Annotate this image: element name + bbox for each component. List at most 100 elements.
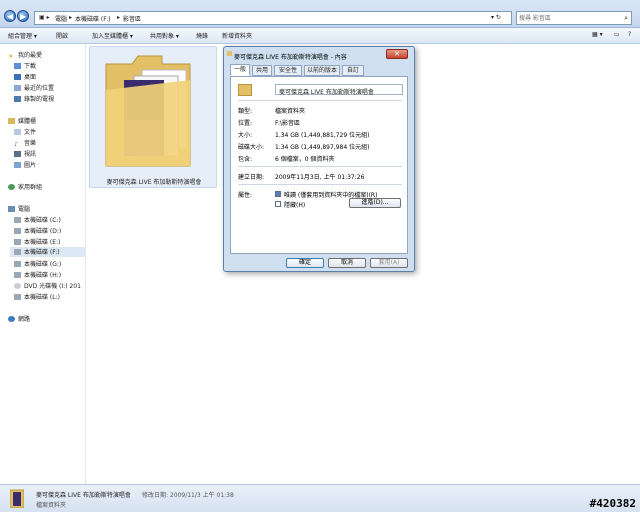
homegroup-icon: [8, 184, 15, 190]
breadcrumb-media[interactable]: 影音區: [123, 14, 141, 23]
sidebar-item-documents[interactable]: 文件: [14, 127, 36, 137]
tab-sharing[interactable]: 共用: [252, 65, 272, 76]
sidebar-item-videos[interactable]: 視訊: [14, 149, 36, 159]
location-value: F:\影音區: [275, 120, 301, 127]
desktop-icon: [14, 74, 21, 80]
drive-icon: [14, 272, 21, 278]
documents-icon: [14, 129, 21, 135]
sidebar-favorites[interactable]: ★ 我的最愛: [8, 50, 42, 60]
modified-date: 修改日期: 2009/11/3 上午 01:38: [142, 492, 234, 499]
sidebar-item-pictures[interactable]: 圖片: [14, 160, 36, 170]
recorded-tv-icon: [14, 96, 21, 102]
back-button[interactable]: ◀: [4, 10, 16, 22]
tab-general[interactable]: 一般: [230, 64, 250, 76]
tab-previous-versions[interactable]: 以前的版本: [304, 65, 340, 76]
preview-pane-icon[interactable]: ▭: [614, 31, 620, 38]
drive-icon: [14, 228, 21, 234]
search-input[interactable]: [517, 12, 617, 24]
selected-item-name: 麥可傑克森 LIVE 布加勒斯特演唱會: [36, 492, 131, 499]
advanced-button[interactable]: 進階(D)...: [349, 198, 401, 208]
details-pane: 麥可傑克森 LIVE 布加勒斯特演唱會 修改日期: 2009/11/3 上午 0…: [0, 484, 640, 512]
help-icon[interactable]: ?: [628, 31, 631, 38]
sidebar-drive-d[interactable]: 本機磁碟 (D:): [14, 226, 61, 236]
size-label: 大小:: [238, 132, 253, 139]
readonly-checkbox[interactable]: [275, 191, 281, 197]
hidden-checkbox[interactable]: [275, 201, 281, 207]
music-icon: ♪: [14, 141, 18, 148]
close-button[interactable]: ✕: [386, 49, 408, 59]
sidebar-computer[interactable]: 電腦: [8, 204, 30, 214]
divider: [238, 184, 402, 185]
title-bar: ◀ ▶ ▣ ▸ 電腦 ▸ 本機磁碟 (F:) ▸ 影音區 ▾ ↻ ⌕: [0, 0, 640, 28]
contains-value: 6 個檔案，0 個資料夾: [275, 156, 335, 163]
search-icon[interactable]: ⌕: [624, 14, 628, 23]
sidebar-drive-g[interactable]: 本機磁碟 (G:): [14, 259, 61, 269]
sidebar-item-desktop[interactable]: 桌面: [14, 72, 36, 82]
chevron-right-icon: ▸: [69, 14, 73, 21]
folder-icon: [238, 84, 252, 96]
address-bar[interactable]: ▣ ▸ 電腦 ▸ 本機磁碟 (F:) ▸ 影音區 ▾ ↻: [34, 11, 512, 25]
divider: [238, 166, 402, 167]
refresh-icon[interactable]: ▾ ↻: [491, 14, 501, 21]
sidebar-item-recorded-tv[interactable]: 錄製的電視: [14, 94, 54, 104]
tab-security[interactable]: 安全性: [274, 65, 302, 76]
sidebar-drive-h[interactable]: 本機磁碟 (H:): [14, 270, 61, 280]
type-label: 類型:: [238, 108, 253, 115]
created-label: 建立日期:: [238, 174, 265, 181]
sidebar-item-music[interactable]: ♪ 音樂: [14, 138, 36, 148]
search-box[interactable]: ⌕: [516, 11, 632, 25]
view-options-icon[interactable]: ▦ ▾: [592, 31, 603, 38]
forward-button[interactable]: ▶: [17, 10, 29, 22]
folder-item[interactable]: 麥可傑克森 LIVE 布加勒斯特演唱會: [89, 46, 217, 188]
folder-name-field[interactable]: 麥可傑克森 LIVE 布加勒斯特演唱會: [275, 84, 403, 96]
hidden-label: 隱藏(H): [284, 202, 306, 209]
download-folder-icon: [14, 63, 21, 69]
drive-icon: [14, 294, 21, 300]
cancel-button[interactable]: 取消: [328, 258, 366, 268]
breadcrumb-computer[interactable]: 電腦: [55, 14, 67, 23]
type-value: 檔案資料夾: [275, 108, 306, 115]
folder-icon: [227, 51, 232, 56]
new-folder-button[interactable]: 新增資料夾: [222, 31, 252, 40]
size-value: 1.34 GB (1,449,881,729 位元組): [275, 132, 370, 139]
include-library-button[interactable]: 加入至媒體櫃 ▾: [92, 31, 133, 40]
sidebar-drive-e[interactable]: 本機磁碟 (E:): [14, 237, 60, 247]
sidebar-dvd-drive[interactable]: DVD 光碟機 (I:) 201: [14, 281, 86, 291]
disk-size-label: 磁碟大小:: [238, 144, 265, 151]
attributes-label: 屬性:: [238, 192, 253, 199]
forward-arrow-icon: ▶: [20, 12, 27, 21]
drive-icon: [14, 239, 21, 245]
network-icon: [8, 316, 15, 322]
command-bar: 組合管理 ▾ 開啟 加入至媒體櫃 ▾ 共用對象 ▾ 燒錄 新增資料夾 ▦ ▾ ▭…: [0, 28, 640, 44]
breadcrumb-drive-f[interactable]: 本機磁碟 (F:): [75, 14, 111, 23]
sidebar-drive-c[interactable]: 本機磁碟 (C:): [14, 215, 61, 225]
location-label: 位置:: [238, 120, 253, 127]
sidebar-network[interactable]: 網路: [8, 314, 30, 324]
apply-button[interactable]: 套用(A): [370, 258, 408, 268]
sidebar-drive-l[interactable]: 本機磁碟 (L:): [14, 292, 60, 302]
star-icon: ★: [8, 53, 14, 60]
dialog-title: 麥可傑克森 LIVE 布加勒斯特演唱會 - 內容: [234, 54, 347, 61]
ok-button[interactable]: 確定: [286, 258, 324, 268]
sidebar-libraries[interactable]: 媒體櫃: [8, 116, 36, 126]
dvd-icon: [14, 283, 21, 289]
recent-places-icon: [14, 85, 21, 91]
item-type: 檔案資料夾: [36, 502, 67, 509]
organize-button[interactable]: 組合管理 ▾: [8, 31, 37, 40]
drive-icon: [14, 261, 21, 267]
open-button[interactable]: 開啟: [56, 31, 68, 40]
general-pane: 麥可傑克森 LIVE 布加勒斯特演唱會 類型: 檔案資料夾 位置: F:\影音區…: [230, 76, 408, 254]
tab-customize[interactable]: 自訂: [342, 65, 364, 76]
sidebar-item-recent[interactable]: 最近的位置: [14, 83, 54, 93]
computer-icon: [8, 206, 15, 212]
drive-icon: [14, 217, 21, 223]
watermark-label: #420382: [589, 497, 636, 510]
share-button[interactable]: 共用對象 ▾: [150, 31, 179, 40]
burn-button[interactable]: 燒錄: [196, 31, 208, 40]
sidebar-item-downloads[interactable]: 下載: [14, 61, 36, 71]
drive-icon: [14, 249, 21, 255]
created-value: 2009年11月3日, 上午 01:37:26: [275, 174, 365, 181]
sidebar-drive-f[interactable]: 本機磁碟 (F:): [10, 247, 86, 257]
folder-caption: 麥可傑克森 LIVE 布加勒斯特演唱會: [106, 179, 202, 186]
sidebar-homegroup[interactable]: 家用群組: [8, 182, 42, 192]
